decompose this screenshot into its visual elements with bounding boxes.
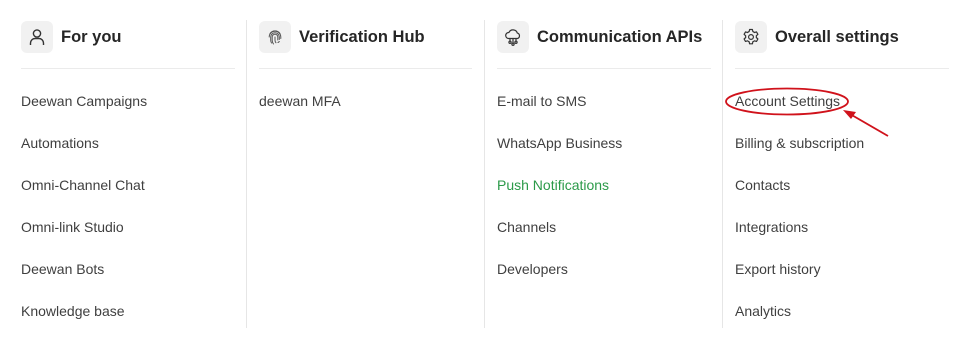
menu-item-deewan-mfa[interactable]: deewan MFA <box>259 86 341 128</box>
menu-list: deewan MFA <box>259 86 341 128</box>
column-separator <box>722 20 723 328</box>
mega-menu: For you Deewan Campaigns Automations Omn… <box>0 0 976 351</box>
user-icon <box>21 21 53 53</box>
column-verification-hub: Verification Hub deewan MFA <box>259 0 472 330</box>
column-title: Communication APIs <box>537 27 703 46</box>
menu-item-export-history[interactable]: Export history <box>735 254 864 296</box>
menu-list: Account Settings Billing & subscription … <box>735 86 864 338</box>
fingerprint-icon <box>259 21 291 53</box>
menu-item-omni-link-studio[interactable]: Omni-link Studio <box>21 212 147 254</box>
column-separator <box>246 20 247 328</box>
menu-item-deewan-bots[interactable]: Deewan Bots <box>21 254 147 296</box>
menu-item-knowledge-base[interactable]: Knowledge base <box>21 296 147 338</box>
column-title: For you <box>61 27 122 46</box>
column-header: Overall settings <box>735 20 899 54</box>
column-overall-settings: Overall settings Account Settings Billin… <box>735 0 949 330</box>
menu-item-whatsapp-business[interactable]: WhatsApp Business <box>497 128 622 170</box>
menu-item-channels[interactable]: Channels <box>497 212 622 254</box>
divider <box>497 68 711 69</box>
menu-item-integrations[interactable]: Integrations <box>735 212 864 254</box>
divider <box>259 68 472 69</box>
menu-item-contacts[interactable]: Contacts <box>735 170 864 212</box>
menu-item-push-notifications[interactable]: Push Notifications <box>497 170 622 212</box>
column-communication-apis: Communication APIs E-mail to SMS WhatsAp… <box>497 0 711 330</box>
divider <box>21 68 235 69</box>
menu-item-email-to-sms[interactable]: E-mail to SMS <box>497 86 622 128</box>
column-title: Verification Hub <box>299 27 425 46</box>
divider <box>735 68 949 69</box>
menu-item-automations[interactable]: Automations <box>21 128 147 170</box>
menu-item-account-settings[interactable]: Account Settings <box>735 86 864 128</box>
menu-item-billing-subscription[interactable]: Billing & subscription <box>735 128 864 170</box>
gear-icon <box>735 21 767 53</box>
column-header: Verification Hub <box>259 20 425 54</box>
menu-item-analytics[interactable]: Analytics <box>735 296 864 338</box>
column-for-you: For you Deewan Campaigns Automations Omn… <box>21 0 235 330</box>
cloud-network-icon <box>497 21 529 53</box>
menu-list: E-mail to SMS WhatsApp Business Push Not… <box>497 86 622 296</box>
column-title: Overall settings <box>775 27 899 46</box>
menu-item-developers[interactable]: Developers <box>497 254 622 296</box>
column-header: Communication APIs <box>497 20 702 54</box>
menu-item-deewan-campaigns[interactable]: Deewan Campaigns <box>21 86 147 128</box>
menu-item-omni-channel-chat[interactable]: Omni-Channel Chat <box>21 170 147 212</box>
menu-list: Deewan Campaigns Automations Omni-Channe… <box>21 86 147 338</box>
column-header: For you <box>21 20 122 54</box>
column-separator <box>484 20 485 328</box>
